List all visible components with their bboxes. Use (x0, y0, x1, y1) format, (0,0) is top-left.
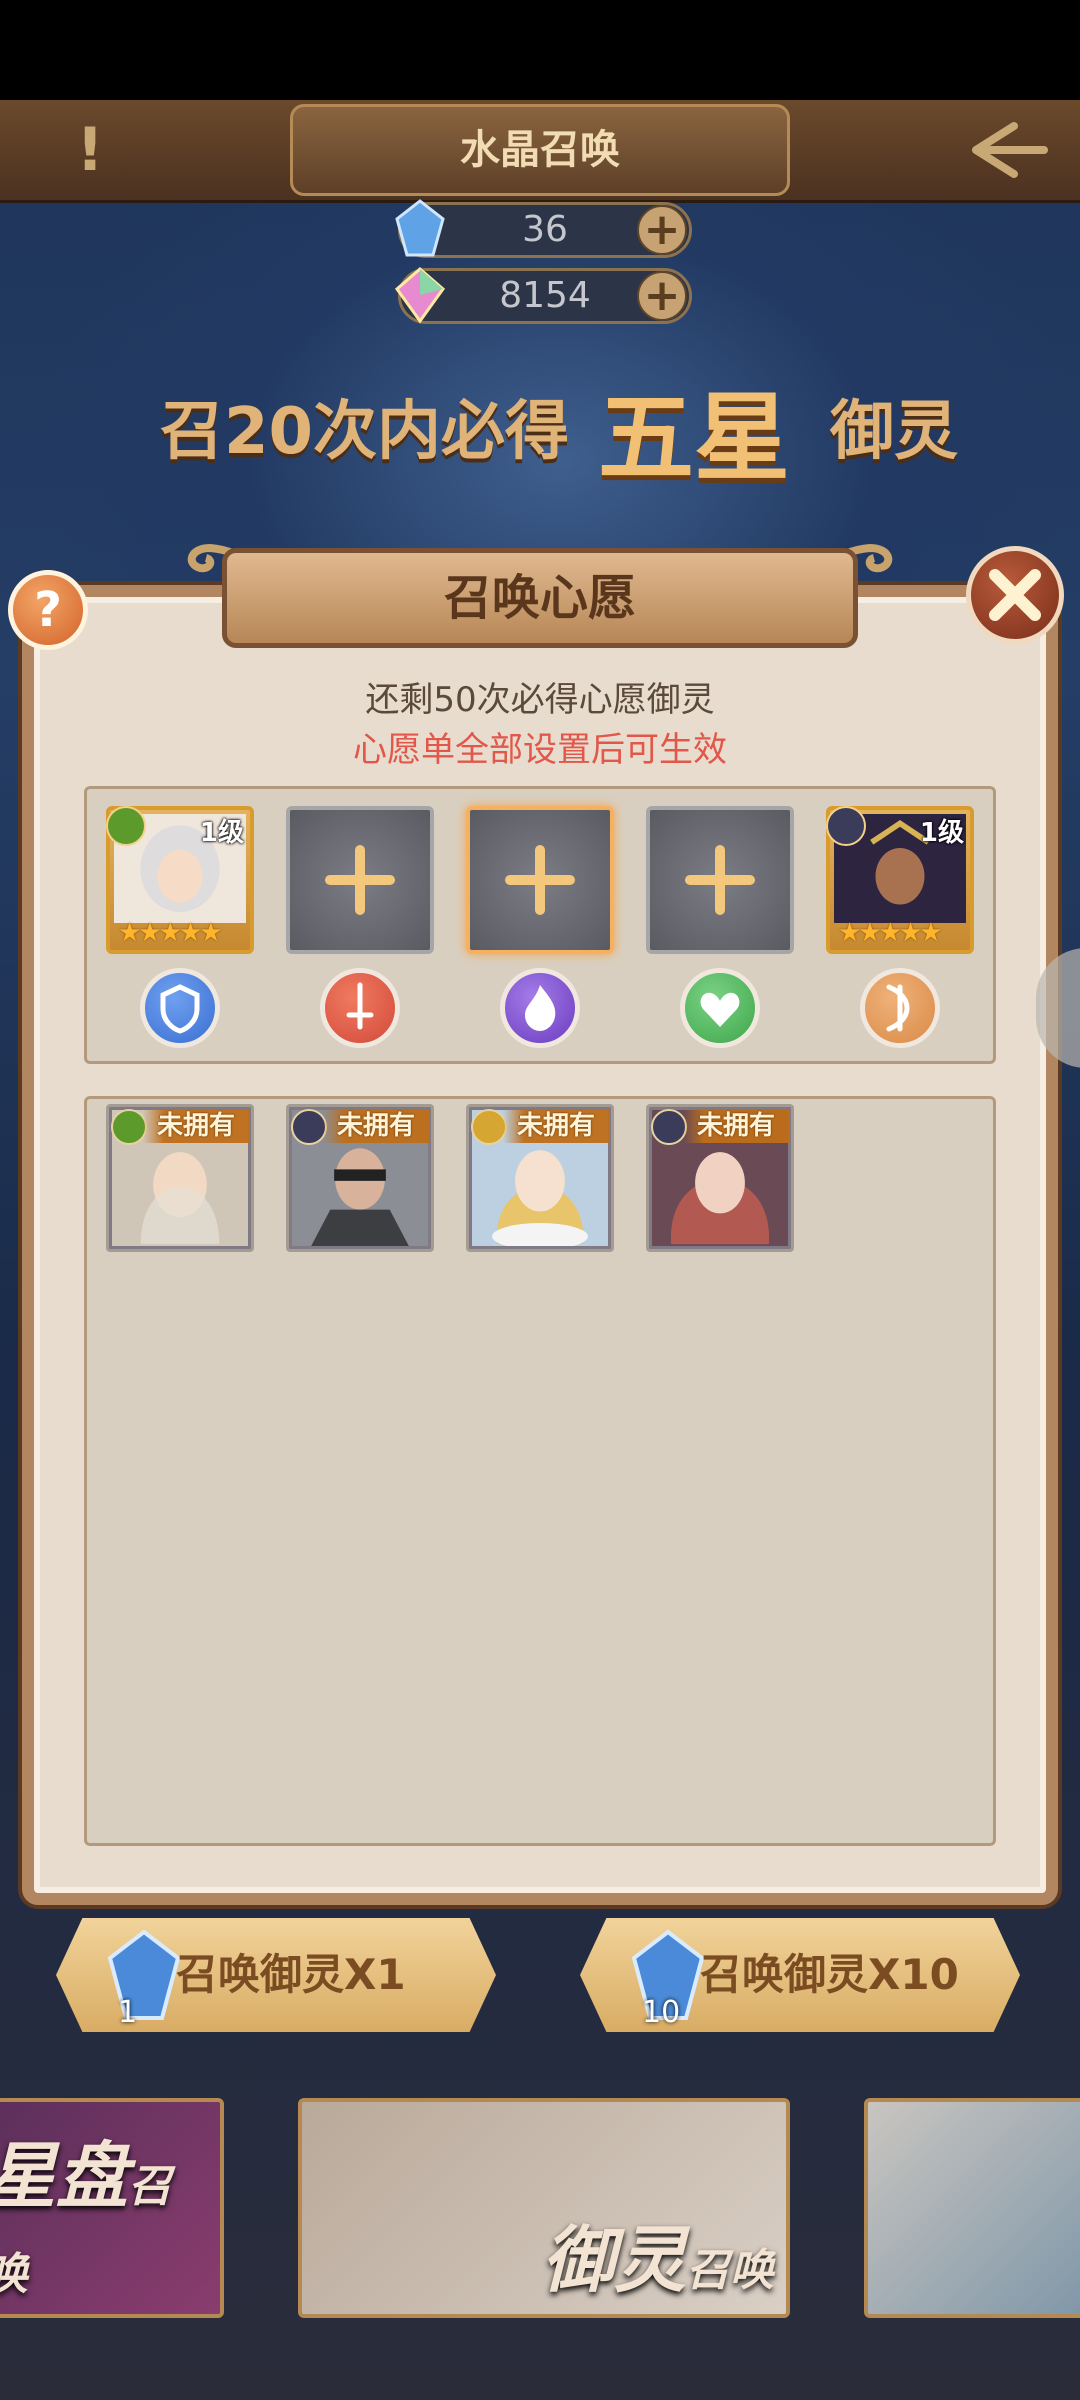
heart-class-icon[interactable] (680, 968, 760, 1048)
leaf-faction-icon (111, 1109, 147, 1145)
add-crystal-button[interactable]: + (637, 205, 687, 255)
flame-class-icon[interactable] (500, 968, 580, 1048)
third-summon-card[interactable] (864, 2098, 1080, 2318)
dialog-title: 召唤心愿 (443, 570, 636, 626)
close-button[interactable] (966, 546, 1064, 644)
page-title: 水晶召唤 (460, 127, 620, 173)
wish-remaining-hint: 还剩50次必得心愿御灵 (365, 680, 715, 720)
unowned-tag: 未拥有 (503, 1109, 609, 1143)
summon-x1-label: 召唤御灵X1 (176, 1950, 406, 1999)
crystal-count: 36 (522, 209, 568, 250)
unowned-tag: 未拥有 (323, 1109, 429, 1143)
slot-level: 1级 (199, 818, 244, 848)
plus-icon (685, 845, 755, 915)
unowned-tag: 未拥有 (683, 1109, 789, 1143)
exclamation-icon[interactable]: ! (70, 118, 110, 182)
help-button[interactable]: ? (8, 570, 88, 650)
pool-spirit-4[interactable]: 未拥有 (646, 1104, 794, 1252)
summon-x1-button[interactable]: 召唤御灵X1 1 (56, 1918, 496, 2032)
back-arrow-icon[interactable] (970, 118, 1050, 182)
summon-x10-button[interactable]: 召唤御灵X10 10 (580, 1918, 1020, 2032)
plus-icon (505, 845, 575, 915)
wish-slot-4[interactable] (646, 806, 794, 954)
wish-slot-1[interactable]: 1级 ★★★★★ (106, 806, 254, 954)
sword-class-icon[interactable] (320, 968, 400, 1048)
banner-five-star: 五星 (598, 382, 790, 494)
plus-icon (325, 845, 395, 915)
summon-x10-label: 召唤御灵X10 (700, 1950, 959, 1999)
wish-slot-2[interactable] (286, 806, 434, 954)
pool-spirit-3[interactable]: 未拥有 (466, 1104, 614, 1252)
sun-faction-icon (471, 1109, 507, 1145)
gem-count: 8154 (499, 275, 591, 316)
leaf-faction-icon (106, 806, 146, 846)
rainbow-gem-icon (394, 267, 446, 324)
card-label-main: 御灵 (541, 2218, 686, 2302)
banner-prefix: 召20次内必得 (160, 395, 570, 469)
star-faction-icon (651, 1109, 687, 1145)
spirit-summon-card[interactable]: 御灵召唤 (298, 2098, 790, 2318)
slot-level: 1级 (919, 818, 964, 848)
close-icon (989, 569, 1041, 621)
summon-x1-cost: 1 (118, 1995, 138, 2030)
banner-suffix: 御灵 (830, 395, 958, 469)
unowned-tag: 未拥有 (143, 1109, 249, 1143)
star-chart-summon-card[interactable]: 星盘召唤 (0, 2098, 224, 2318)
bow-class-icon[interactable] (860, 968, 940, 1048)
card-label-sub: 召唤 (686, 2245, 774, 2296)
star-rating: ★★★★★ (118, 918, 223, 948)
currency-crystal: 36 + (395, 199, 692, 258)
shield-class-icon[interactable] (140, 968, 220, 1048)
wish-condition-hint: 心愿单全部设置后可生效 (353, 730, 727, 770)
summon-x10-cost: 10 (642, 1995, 681, 2030)
add-gem-button[interactable]: + (637, 271, 687, 321)
wish-slot-5[interactable]: 1级 ★★★★★ (826, 806, 974, 954)
wish-slot-3[interactable] (466, 806, 614, 954)
currency-gem: 8154 + (394, 267, 692, 324)
card-label-main: 星盘 (0, 2134, 129, 2218)
star-faction-icon (291, 1109, 327, 1145)
blue-crystal-icon (107, 1929, 181, 2020)
pool-spirit-1[interactable]: 未拥有 (106, 1104, 254, 1252)
pity-banner: 召20次内必得 五星 御灵 (140, 360, 960, 494)
blue-crystal-icon (395, 199, 445, 257)
star-faction-icon (826, 806, 866, 846)
star-rating: ★★★★★ (838, 918, 943, 948)
pool-spirit-2[interactable]: 未拥有 (286, 1104, 434, 1252)
